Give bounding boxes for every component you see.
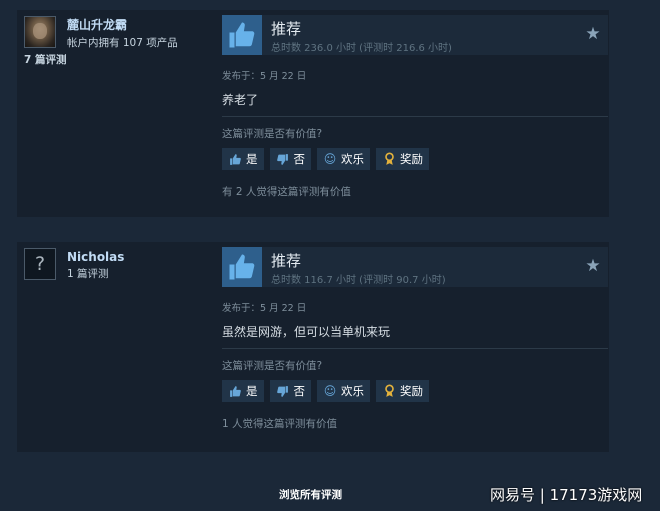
award-button[interactable]: 奖励: [376, 380, 429, 402]
author-review-count[interactable]: 7 篇评测: [24, 52, 66, 67]
smiley-icon: ☺: [323, 384, 337, 398]
award-icon: [382, 152, 396, 166]
helpful-question: 这篇评测是否有价值?: [222, 360, 323, 372]
review-verdict: 推荐: [271, 20, 302, 38]
watermark: 网易号 | 17173游戏网: [490, 486, 643, 504]
award-label: 奖励: [400, 152, 423, 166]
playtime-hours: 总时数 116.7 小时 (评测时 90.7 小时): [271, 275, 446, 286]
award-button[interactable]: 奖励: [376, 148, 429, 170]
browse-all-reviews-link[interactable]: 浏览所有评测: [279, 487, 342, 502]
author-owned-products[interactable]: 帐户内拥有 107 项产品: [67, 35, 178, 50]
vote-no-label: 否: [293, 384, 306, 398]
review-card: 麓山升龙霸 帐户内拥有 107 项产品 7 篇评测 推荐 总时数 236.0 小…: [17, 10, 609, 217]
thumbs-up-icon: [222, 15, 262, 55]
vote-funny-button[interactable]: ☺ 欢乐: [317, 148, 370, 170]
review-verdict: 推荐: [271, 252, 302, 270]
thumbs-down-icon: [276, 384, 290, 398]
vote-funny-label: 欢乐: [341, 152, 364, 166]
avatar[interactable]: [24, 16, 56, 48]
helpful-count: 1 人觉得这篇评测有价值: [222, 418, 338, 430]
thumbs-up-icon: [222, 247, 262, 287]
vote-no-button[interactable]: 否: [269, 148, 311, 170]
vote-yes-label: 是: [246, 384, 258, 398]
review-header[interactable]: 推荐 总时数 236.0 小时 (评测时 216.6 小时) ★: [222, 15, 608, 55]
review-body: 推荐 总时数 116.7 小时 (评测时 90.7 小时) ★ 发布于：5 月 …: [222, 242, 608, 452]
review-text: 虽然是网游，但可以当单机来玩: [222, 325, 391, 339]
author-review-count[interactable]: 1 篇评测: [67, 266, 109, 281]
vote-funny-label: 欢乐: [341, 384, 364, 398]
author-name[interactable]: 麓山升龙霸: [67, 16, 127, 33]
divider: [222, 348, 608, 349]
smiley-icon: ☺: [323, 152, 337, 166]
review-header[interactable]: 推荐 总时数 116.7 小时 (评测时 90.7 小时) ★: [222, 247, 608, 287]
posted-date: 发布于：5 月 22 日: [222, 303, 307, 314]
helpful-question: 这篇评测是否有价值?: [222, 128, 323, 140]
thumbs-up-icon: [228, 384, 242, 398]
review-card: ? Nicholas 1 篇评测 推荐 总时数 116.7 小时 (评测时 90…: [17, 242, 609, 452]
avatar[interactable]: ?: [24, 248, 56, 280]
thumbs-down-icon: [276, 152, 290, 166]
award-label: 奖励: [400, 384, 423, 398]
star-icon[interactable]: ★: [584, 25, 602, 43]
helpful-count: 有 2 人觉得这篇评测有价值: [222, 186, 351, 198]
posted-date: 发布于：5 月 22 日: [222, 71, 307, 82]
vote-buttons: 是 否 ☺ 欢乐 奖励: [222, 380, 429, 402]
vote-no-label: 否: [293, 152, 306, 166]
vote-funny-button[interactable]: ☺ 欢乐: [317, 380, 370, 402]
vote-no-button[interactable]: 否: [269, 380, 311, 402]
divider: [222, 116, 608, 117]
vote-yes-button[interactable]: 是: [222, 148, 264, 170]
review-body: 推荐 总时数 236.0 小时 (评测时 216.6 小时) ★ 发布于：5 月…: [222, 10, 608, 217]
author-name[interactable]: Nicholas: [67, 250, 124, 264]
vote-yes-button[interactable]: 是: [222, 380, 264, 402]
star-icon[interactable]: ★: [584, 257, 602, 275]
vote-yes-label: 是: [246, 152, 258, 166]
award-icon: [382, 384, 396, 398]
review-text: 养老了: [222, 93, 259, 107]
playtime-hours: 总时数 236.0 小时 (评测时 216.6 小时): [271, 43, 452, 54]
vote-buttons: 是 否 ☺ 欢乐 奖励: [222, 148, 429, 170]
thumbs-up-icon: [228, 152, 242, 166]
